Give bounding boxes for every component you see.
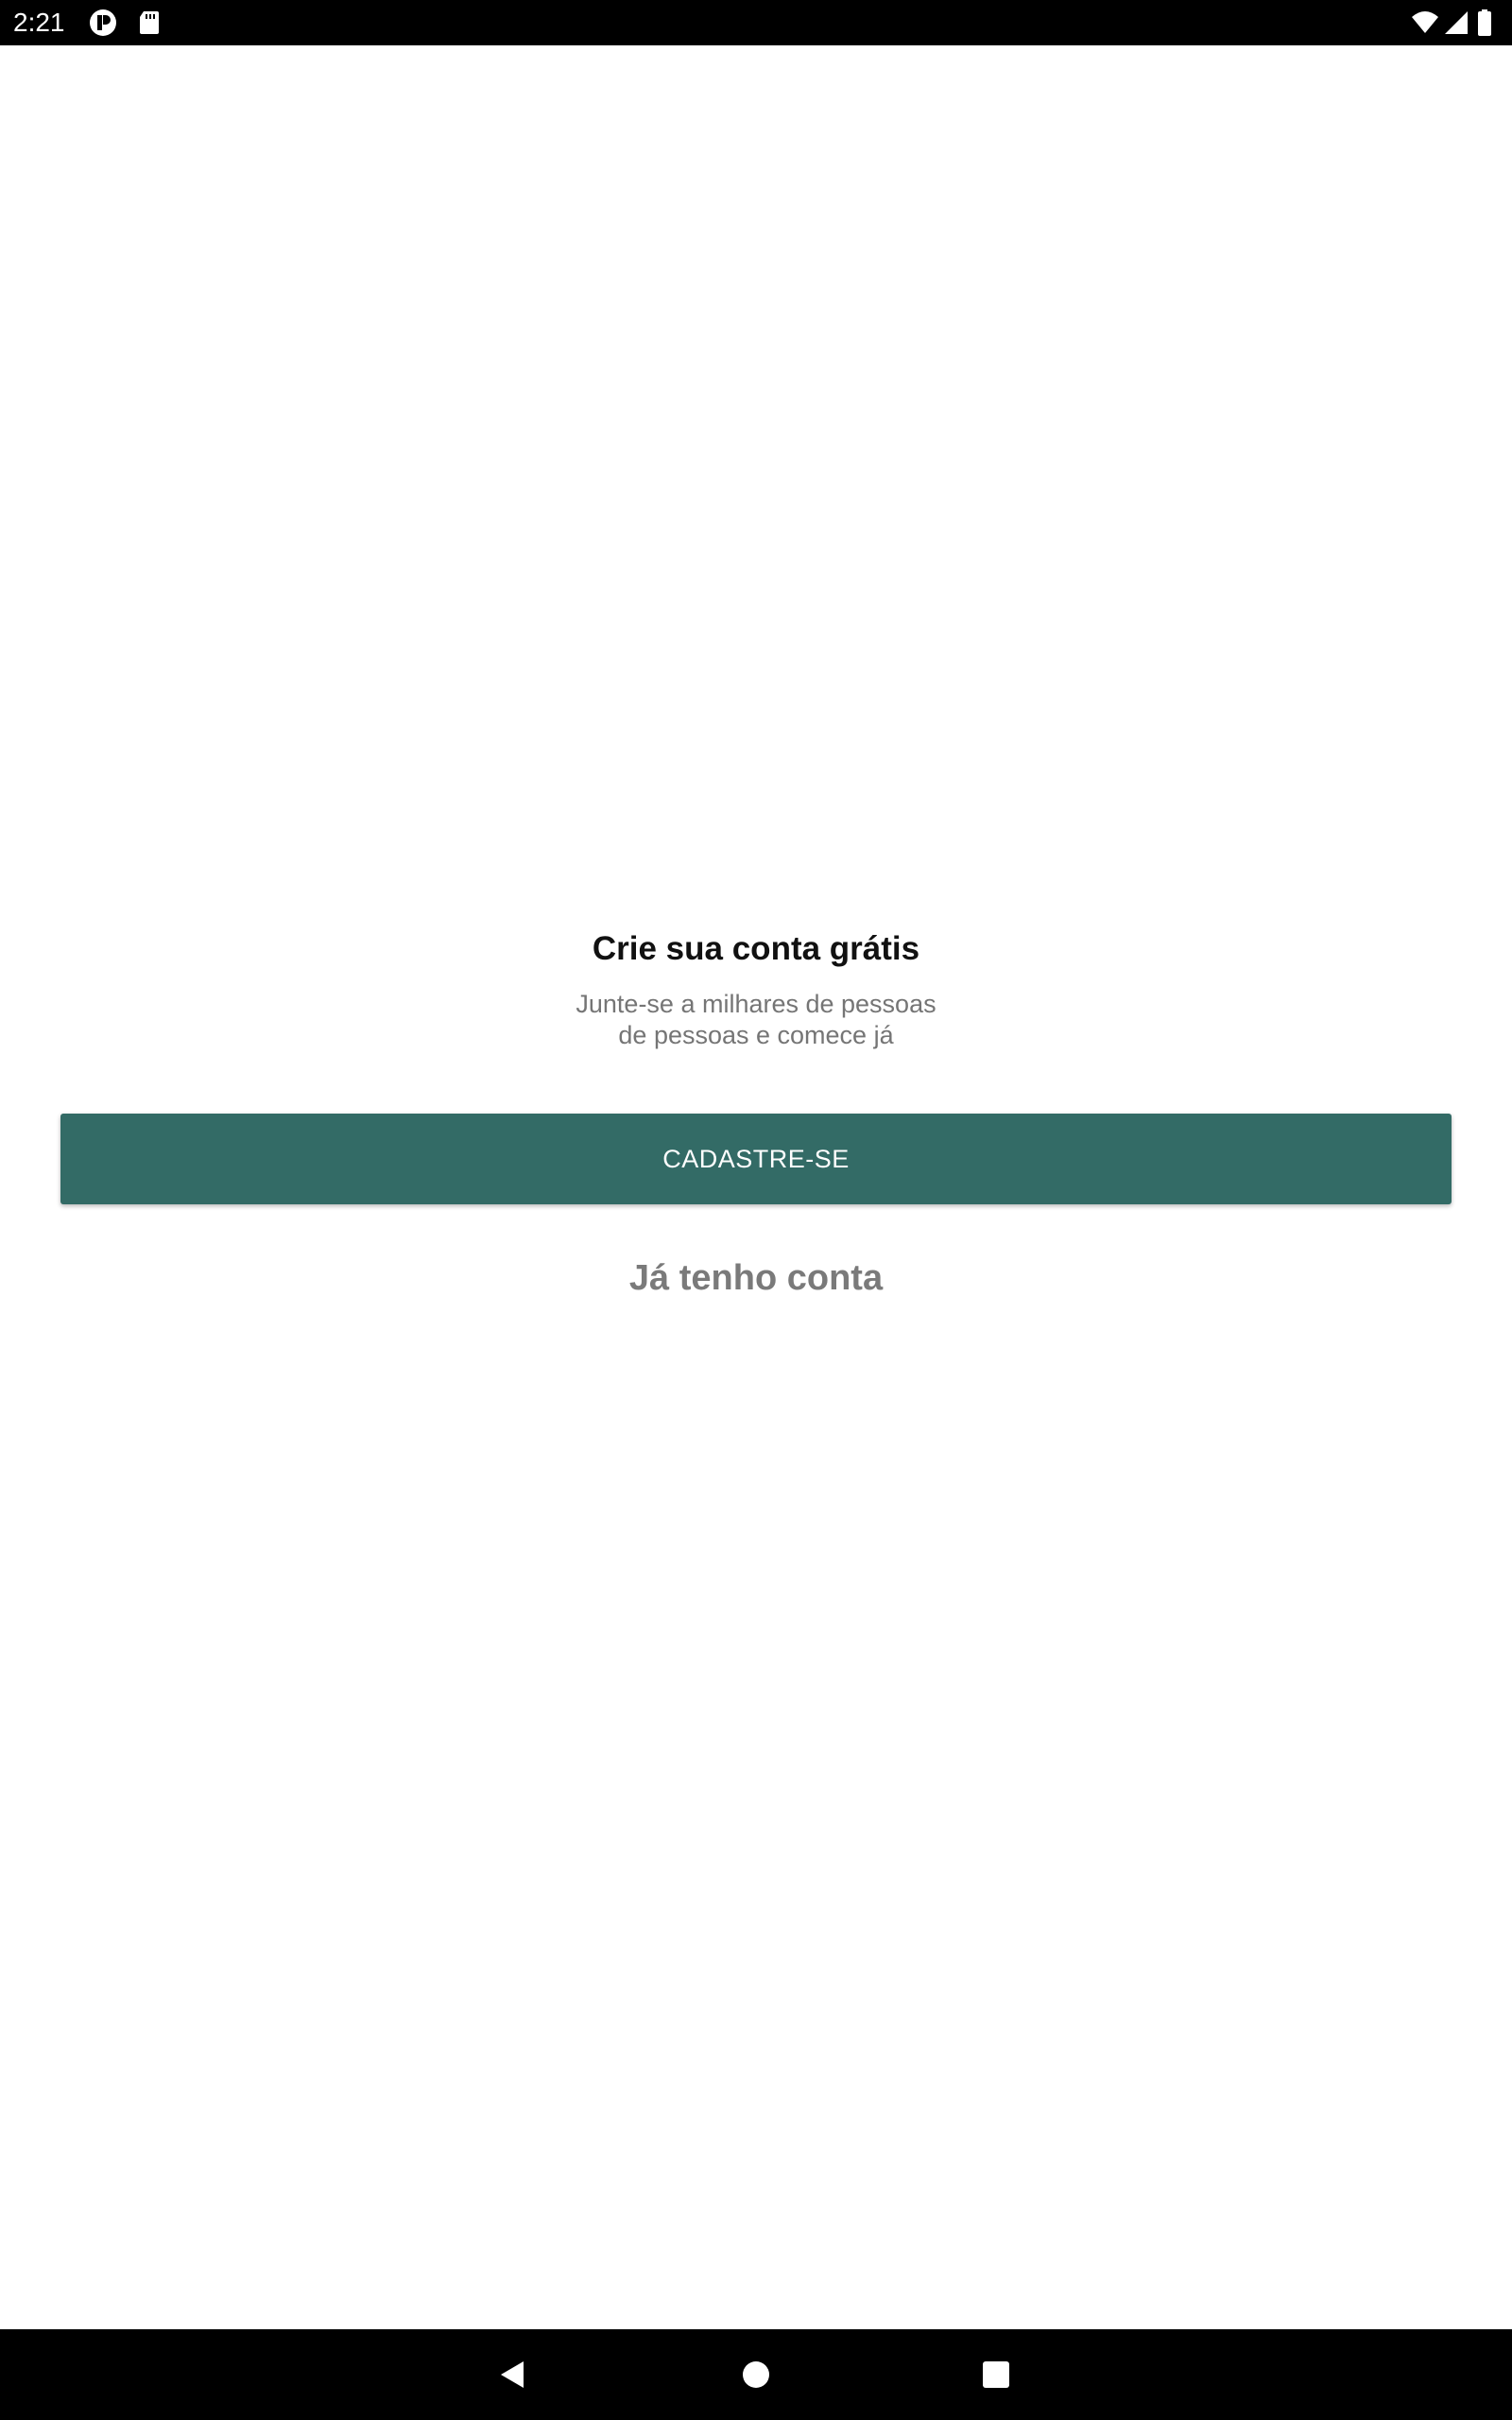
- cell-signal-icon: [1442, 9, 1470, 37]
- home-icon[interactable]: [733, 2352, 779, 2397]
- battery-icon: [1476, 9, 1493, 37]
- status-time: 2:21: [13, 8, 65, 37]
- signup-button[interactable]: CADASTRE-SE: [60, 1114, 1452, 1204]
- back-icon[interactable]: [490, 2352, 535, 2397]
- page-title: Crie sua conta grátis: [592, 930, 920, 967]
- subtitle-line-2: de pessoas e comece já: [618, 1021, 894, 1049]
- wifi-icon: [1411, 9, 1439, 37]
- subtitle-line-1: Junte-se a milhares de pessoas: [576, 990, 936, 1018]
- navigation-bar: [0, 2329, 1512, 2420]
- notification-app-icon: [89, 9, 117, 37]
- page-subtitle: Junte-se a milhares de pessoas de pessoa…: [0, 989, 1512, 1051]
- recents-icon[interactable]: [973, 2352, 1019, 2397]
- login-link[interactable]: Já tenho conta: [0, 1255, 1512, 1301]
- sd-card-icon: [135, 9, 163, 37]
- app-screen: 2:21 Crie sua conta grátis Junte-se a mi…: [0, 0, 1512, 2420]
- status-bar: 2:21: [0, 0, 1512, 45]
